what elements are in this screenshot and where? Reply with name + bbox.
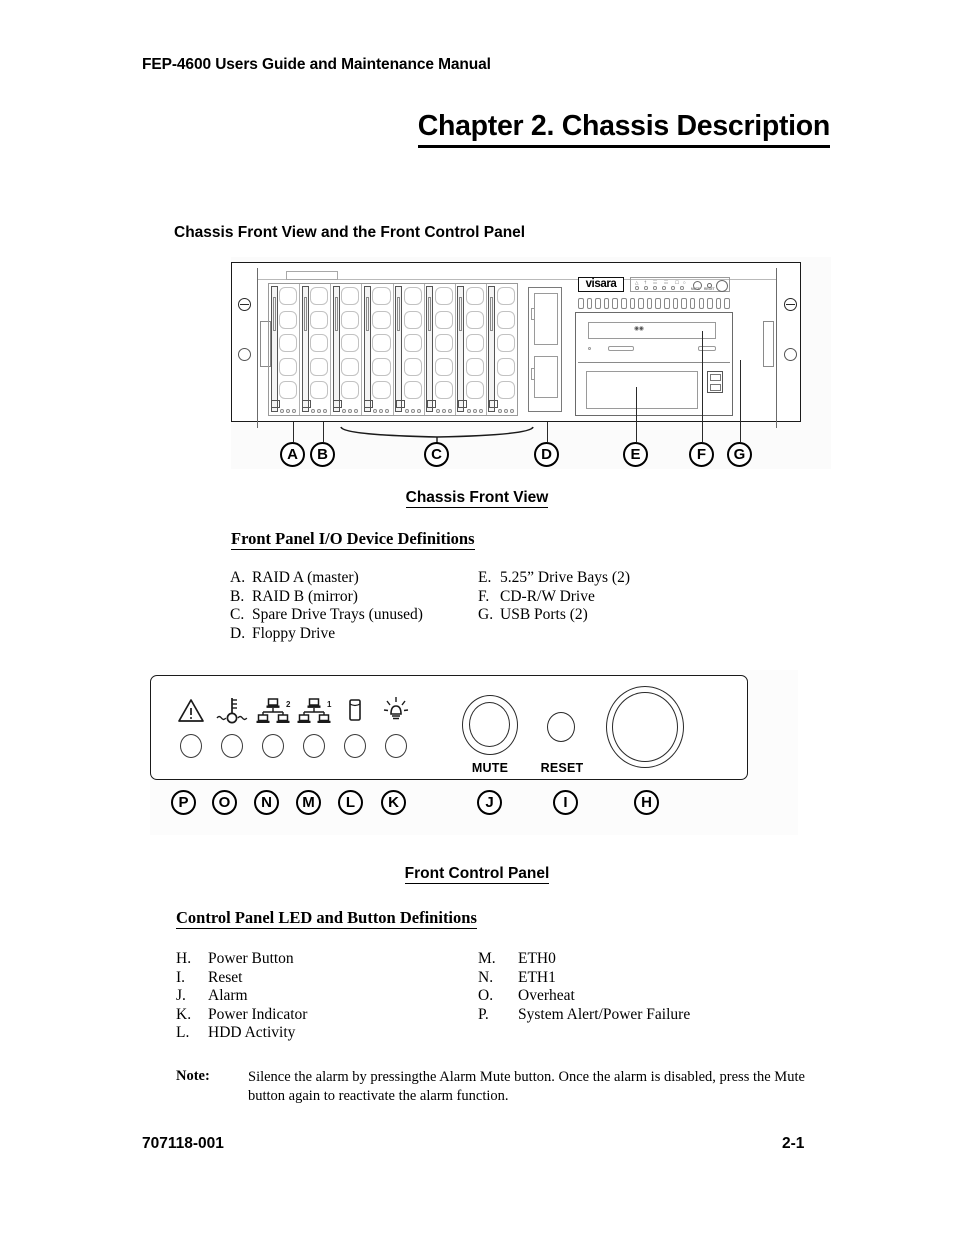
callout-e: E — [623, 442, 648, 467]
svg-text:1: 1 — [327, 700, 332, 709]
callout-d: D — [534, 442, 559, 467]
note-label: Note: — [176, 1068, 210, 1084]
callout-a: A — [280, 442, 305, 467]
callout-n: N — [254, 790, 279, 815]
definition-row: N. ETH1 — [478, 968, 556, 986]
running-header: FEP-4600 Users Guide and Maintenance Man… — [142, 56, 491, 73]
definition-row: L. HDD Activity — [176, 1024, 296, 1042]
brace-c — [340, 426, 534, 443]
network-eth0-icon: 1 — [296, 690, 332, 730]
reset-label: RESET — [540, 761, 584, 775]
chapter-title: Chapter 2. Chassis Description — [0, 110, 830, 148]
power-button[interactable] — [606, 686, 684, 768]
led-ring — [262, 734, 284, 758]
callout-b: B — [310, 442, 335, 467]
front-panel-definitions-left: A. RAID A (master) B. RAID B (mirror) C. Sp… — [230, 569, 423, 643]
definition-row: M. ETH0 — [478, 950, 556, 967]
reset-button[interactable] — [547, 712, 575, 742]
definition-row: F. CD-R/W Drive — [478, 587, 595, 605]
power-button-inner[interactable] — [612, 692, 678, 762]
definition-row: J. Alarm — [176, 987, 248, 1005]
network-eth1-icon: 2 — [255, 690, 291, 730]
led-indicator-group: 2 1 — [173, 690, 413, 768]
led-ring — [385, 734, 407, 758]
chassis-front-view-figure: visara △ † ☷ ☷ ☐ ○ MUTE RESET ◉◉ A B C D… — [231, 257, 831, 469]
figure1-caption: Chassis Front View — [0, 489, 954, 508]
definition-row: C. Spare Drive Trays (unused) — [230, 606, 423, 624]
callout-j: J — [477, 790, 502, 815]
definition-row: O. Overheat — [478, 987, 575, 1005]
definition-row: E. 5.25” Drive Bays (2) — [478, 569, 630, 586]
warning-triangle-icon — [173, 690, 209, 730]
led-power-indicator — [378, 690, 414, 768]
footer-page-number: 2-1 — [782, 1135, 805, 1152]
front-panel-definitions-right: E. 5.25” Drive Bays (2) F. CD-R/W Drive G.… — [478, 569, 630, 625]
alarm-mute-button[interactable] — [462, 695, 518, 755]
led-ring — [303, 734, 325, 758]
control-panel-definitions-left: H. Power Button I. Reset J. Alarm K. Power I… — [176, 950, 307, 1043]
control-panel-definitions-right: M. ETH0 N. ETH1 O. Overheat P. System Alert/… — [478, 950, 690, 1024]
callout-f: F — [689, 442, 714, 467]
section-heading: Chassis Front View and the Front Control… — [174, 224, 526, 241]
callout-i: I — [553, 790, 578, 815]
alarm-mute-button-inner[interactable] — [469, 702, 510, 747]
callout-k: K — [381, 790, 406, 815]
callout-p: P — [171, 790, 196, 815]
svg-text:2: 2 — [286, 700, 291, 709]
callout-m: M — [296, 790, 321, 815]
led-hdd-activity — [337, 690, 373, 768]
led-eth0: 1 — [296, 690, 332, 768]
definition-row: K. Power Indicator — [176, 1005, 308, 1023]
callout-h: H — [634, 790, 659, 815]
figure2-caption: Front Control Panel — [0, 865, 954, 884]
definition-row: G. USB Ports (2) — [478, 606, 588, 624]
mute-label: MUTE — [471, 761, 509, 775]
control-panel-definitions-title: Control Panel LED and Button Definitions — [176, 908, 477, 929]
chapter-title-text: Chapter 2. Chassis Description — [417, 110, 830, 148]
led-ring — [221, 734, 243, 758]
figure1-caption-text: Chassis Front View — [405, 489, 549, 508]
led-ring — [180, 734, 202, 758]
led-ring — [344, 734, 366, 758]
callout-g: G — [727, 442, 752, 467]
definition-row: B. RAID B (mirror) — [230, 587, 358, 605]
front-panel-definitions-title: Front Panel I/O Device Definitions — [231, 529, 475, 550]
control-panel-bezel: 2 1 MUTE RESET — [150, 675, 748, 780]
hdd-icon — [337, 690, 373, 730]
power-lamp-icon — [378, 690, 414, 730]
footer-document-number: 707118-001 — [142, 1135, 224, 1152]
definition-row: P. System Alert/Power Failure — [478, 1005, 691, 1023]
figure2-caption-text: Front Control Panel — [404, 865, 550, 884]
note-text: Silence the alarm by pressingthe Alarm M… — [248, 1069, 805, 1104]
led-overheat — [214, 690, 250, 768]
definition-row: I. Reset — [176, 968, 243, 986]
led-eth1: 2 — [255, 690, 291, 768]
callout-c: C — [424, 442, 449, 467]
thermometer-icon — [214, 690, 250, 730]
led-system-alert — [173, 690, 209, 768]
definition-row: D. Floppy Drive — [230, 624, 336, 642]
callout-l: L — [338, 790, 363, 815]
definition-row: A. RAID A (master) — [230, 569, 359, 586]
document-page: FEP-4600 Users Guide and Maintenance Man… — [0, 0, 954, 1235]
callout-o: O — [212, 790, 237, 815]
front-control-panel-figure: 2 1 MUTE RESET P O N M L K J I H — [150, 670, 798, 835]
definition-row: H. Power Button — [176, 950, 294, 967]
